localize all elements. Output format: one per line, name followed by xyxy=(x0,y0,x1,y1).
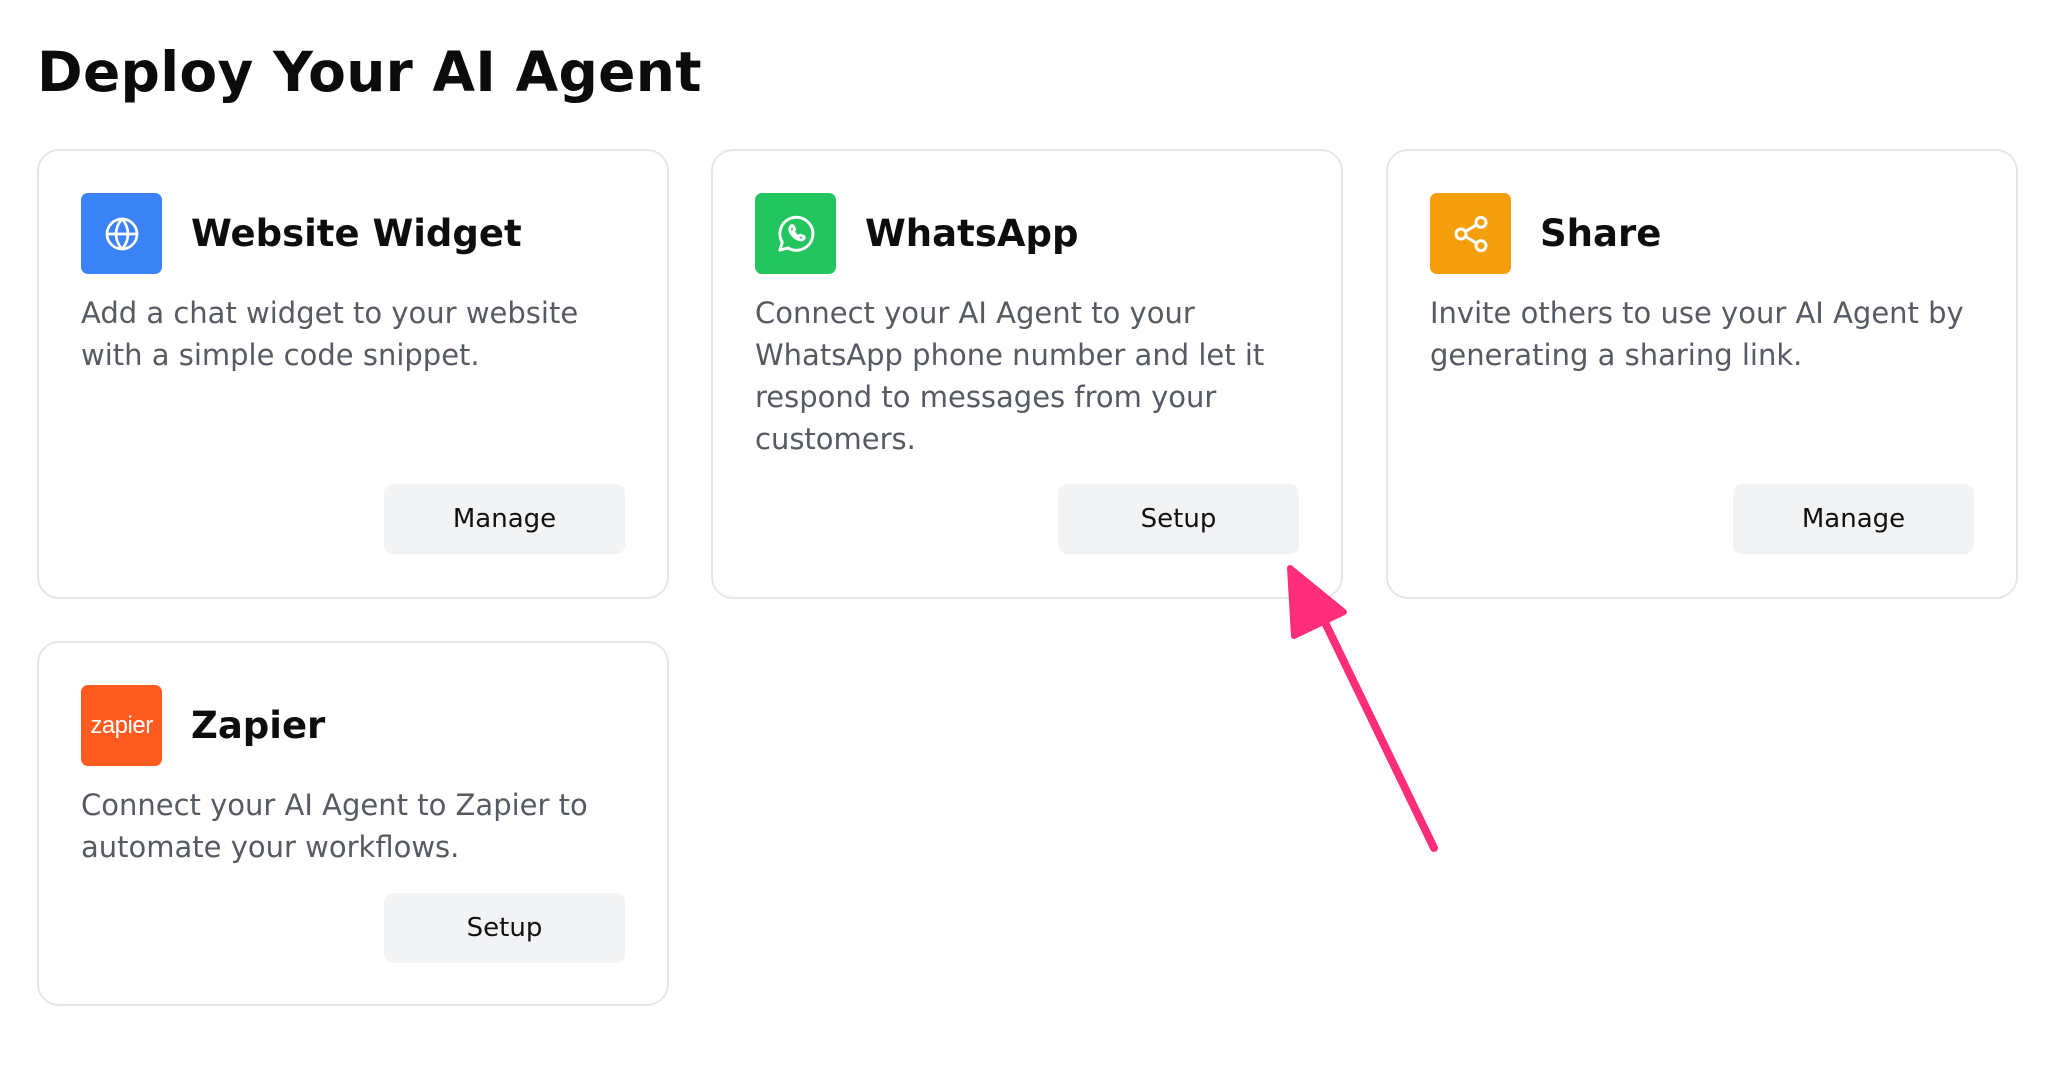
page-title: Deploy Your AI Agent xyxy=(37,40,702,104)
manage-button[interactable]: Manage xyxy=(384,484,625,554)
setup-button[interactable]: Setup xyxy=(1058,484,1299,554)
card-description: Connect your AI Agent to your WhatsApp p… xyxy=(755,296,1265,456)
card-title: Website Widget xyxy=(191,212,522,255)
whatsapp-icon xyxy=(755,193,836,274)
card-zapier: zapier Zapier Connect your AI Agent to Z… xyxy=(37,641,669,1006)
setup-button[interactable]: Setup xyxy=(384,893,625,963)
globe-icon xyxy=(81,193,162,274)
card-whatsapp: WhatsApp Connect your AI Agent to your W… xyxy=(711,149,1343,599)
zapier-logo-text: zapier xyxy=(90,711,153,739)
manage-button[interactable]: Manage xyxy=(1733,484,1974,554)
card-title: Zapier xyxy=(191,704,326,747)
card-description: Connect your AI Agent to Zapier to autom… xyxy=(81,788,588,864)
card-description: Invite others to use your AI Agent by ge… xyxy=(1430,296,1964,372)
card-description: Add a chat widget to your website with a… xyxy=(81,296,579,372)
card-website-widget: Website Widget Add a chat widget to your… xyxy=(37,149,669,599)
card-share: Share Invite others to use your AI Agent… xyxy=(1386,149,2018,599)
zapier-logo-icon: zapier xyxy=(81,685,162,766)
card-title: WhatsApp xyxy=(865,212,1079,255)
share-icon xyxy=(1430,193,1511,274)
card-title: Share xyxy=(1540,212,1662,255)
